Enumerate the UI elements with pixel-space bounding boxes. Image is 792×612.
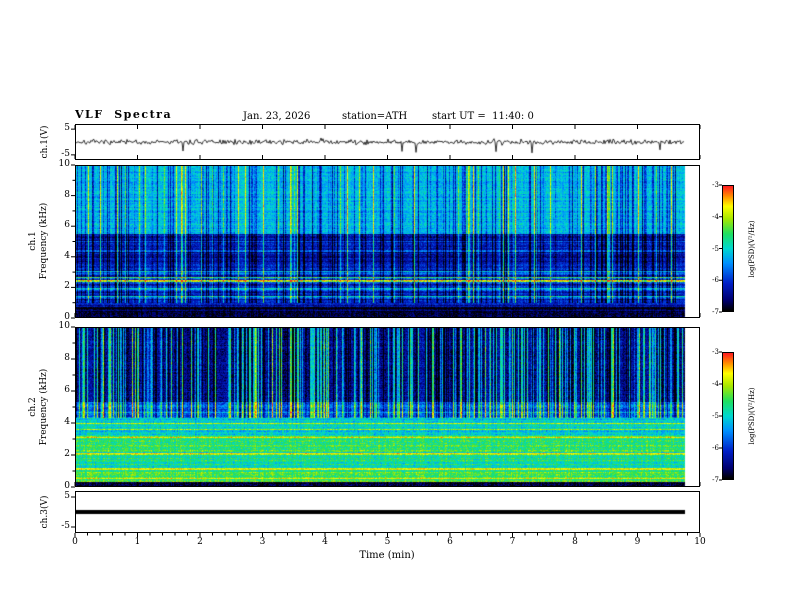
ch1-spectrogram-canvas xyxy=(76,166,699,317)
x-tick-label: 9 xyxy=(634,537,641,547)
x-axis-label: Time (min) xyxy=(359,550,415,561)
ch2-frequency-axis-label: ch.2 Frequency (kHz) xyxy=(28,327,50,487)
y-tick-label: 8 xyxy=(64,353,70,363)
y-tick-label: 4 xyxy=(64,417,70,427)
colorbar-tick-label: -5 xyxy=(712,412,719,420)
ch2-spectrogram-panel xyxy=(75,327,700,487)
x-tick-label: 10 xyxy=(694,537,706,547)
ch1-frequency-axis-label-line1: ch.1 xyxy=(28,231,38,251)
y-tick-label: 6 xyxy=(64,385,70,395)
y-tick-label: 6 xyxy=(64,220,70,231)
ch1-waveform-canvas xyxy=(76,125,699,159)
y-tick-label: -5 xyxy=(61,521,70,531)
colorbar-tick-label: -5 xyxy=(712,244,719,253)
colorbar-ch2-title: log(PSD)(V²/Hz) xyxy=(748,387,756,445)
colorbar-tick-label: -3 xyxy=(712,181,719,189)
header-station: station=ATH xyxy=(342,111,408,122)
y-tick-label: 5 xyxy=(64,491,70,501)
ch3-axis-label: ch.3(V) xyxy=(40,495,50,529)
y-tick-label: 2 xyxy=(64,281,70,292)
colorbar-tick-label: -4 xyxy=(712,380,719,388)
colorbar-ch2 xyxy=(722,352,734,480)
x-tick-label: 0 xyxy=(72,537,78,547)
x-tick-label: 2 xyxy=(197,537,203,547)
colorbar-tick-label: -3 xyxy=(712,348,719,356)
x-tick-label: 8 xyxy=(572,537,578,547)
x-tick-label: 6 xyxy=(447,537,453,547)
ch3-waveform-panel xyxy=(75,491,700,533)
ch1-spectrogram-panel xyxy=(75,165,700,318)
colorbar-ch1 xyxy=(722,185,734,312)
figure-title: VLF Spectra xyxy=(75,108,173,121)
ch3-waveform-canvas xyxy=(76,492,699,532)
ch1-frequency-axis-label: ch.1 Frequency (kHz) xyxy=(28,161,50,321)
ch2-frequency-axis-label-line1: ch.2 xyxy=(28,397,38,417)
y-tick-label: 10 xyxy=(58,321,70,331)
ch2-frequency-axis-label-line2: Frequency (kHz) xyxy=(39,368,49,446)
ch1-waveform-panel xyxy=(75,124,700,160)
x-tick-label: 7 xyxy=(509,537,516,547)
x-tick-label: 1 xyxy=(134,537,141,547)
y-tick-label: 4 xyxy=(64,250,70,261)
x-tick-label: 5 xyxy=(384,537,391,547)
x-tick-label: 3 xyxy=(259,537,266,547)
x-tick-label: 4 xyxy=(322,537,328,547)
y-tick-label: 8 xyxy=(64,189,70,200)
colorbar-tick-label: -7 xyxy=(712,476,719,484)
y-tick-label: 10 xyxy=(58,159,70,169)
vlf-spectra-figure: VLF Spectra Jan. 23, 2026 station=ATH st… xyxy=(0,0,792,612)
colorbar-tick-label: -6 xyxy=(712,276,719,285)
header-start-ut: start UT = 11:40: 0 xyxy=(432,111,534,122)
colorbar-ch1-canvas xyxy=(723,186,733,311)
colorbar-tick-label: -6 xyxy=(712,444,719,452)
colorbar-tick-label: -4 xyxy=(712,212,719,221)
ch1-frequency-axis-label-line2: Frequency (kHz) xyxy=(39,202,49,280)
y-tick-label: 2 xyxy=(64,449,70,459)
header-date: Jan. 23, 2026 xyxy=(243,111,311,122)
colorbar-ch1-title: log(PSD)(V²/Hz) xyxy=(748,220,756,278)
ch2-spectrogram-canvas xyxy=(76,328,699,486)
y-tick-label: 5 xyxy=(64,123,70,134)
colorbar-ch2-canvas xyxy=(723,353,733,479)
y-tick-label: -5 xyxy=(61,148,70,159)
colorbar-tick-label: -7 xyxy=(712,308,719,316)
